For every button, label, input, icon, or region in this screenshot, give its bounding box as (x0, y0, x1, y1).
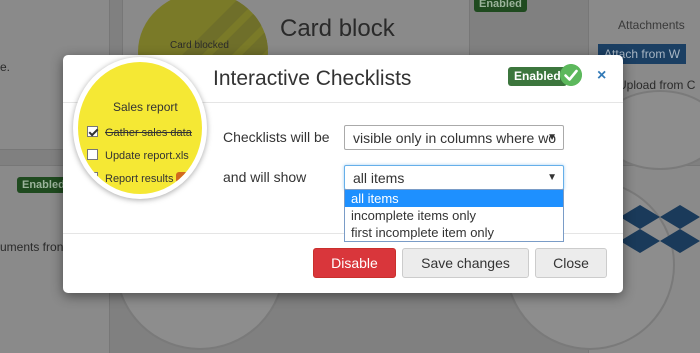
checkbox-icon (87, 149, 98, 160)
modal-footer: Disable Save changes Close (63, 233, 623, 293)
preview-item-label: Update report.xls (105, 150, 189, 162)
preview-item-label: Report results (105, 173, 174, 185)
disable-button[interactable]: Disable (313, 248, 396, 278)
enabled-badge-background: Enabled (474, 0, 527, 12)
close-button[interactable]: Close (535, 248, 607, 278)
checklists-visibility-select[interactable]: visible only in columns where wo ▼ (344, 125, 564, 150)
checkbox-icon (87, 172, 98, 183)
show-items-label: and will show (223, 169, 307, 185)
save-changes-button[interactable]: Save changes (402, 248, 529, 278)
show-items-value: all items (353, 170, 405, 186)
background-text: e. (0, 60, 11, 74)
dropdown-option[interactable]: incomplete items only (345, 207, 563, 224)
checkbox-checked-icon (87, 126, 98, 137)
checklists-visibility-label: Checklists will be (223, 129, 330, 145)
close-icon[interactable]: × (597, 67, 606, 85)
enabled-badge-background: Enabled (17, 177, 70, 193)
preview-item-label: Gather sales data (105, 127, 192, 139)
check-circle-icon (560, 64, 582, 86)
emoji-icon (176, 172, 189, 183)
dropdown-option[interactable]: first incomplete item only (345, 224, 563, 241)
dropbox-icon (620, 205, 700, 253)
preview-title: Sales report (113, 100, 178, 114)
attachments-label: Attachments (618, 18, 685, 32)
show-items-dropdown: all items incomplete items only first in… (344, 189, 564, 242)
card-block-title: Card block (280, 15, 395, 42)
card-blocked-label: Card blocked (170, 40, 229, 51)
chevron-down-icon: ▼ (547, 172, 557, 183)
checklists-visibility-value: visible only in columns where wo (353, 130, 557, 146)
checklist-preview-magnifier: Sales report Gather sales data Update re… (73, 57, 207, 199)
preview-item: Update report.xls (87, 149, 189, 162)
background-text: uments fron (0, 240, 64, 254)
enabled-badge: Enabled (508, 67, 567, 86)
chevron-down-icon: ▼ (547, 132, 557, 143)
dropdown-option[interactable]: all items (345, 190, 563, 207)
preview-item: Gather sales data (87, 126, 192, 139)
preview-item: Report results (87, 172, 189, 185)
modal-title: Interactive Checklists (213, 67, 412, 90)
show-items-select[interactable]: all items ▼ (344, 165, 564, 190)
